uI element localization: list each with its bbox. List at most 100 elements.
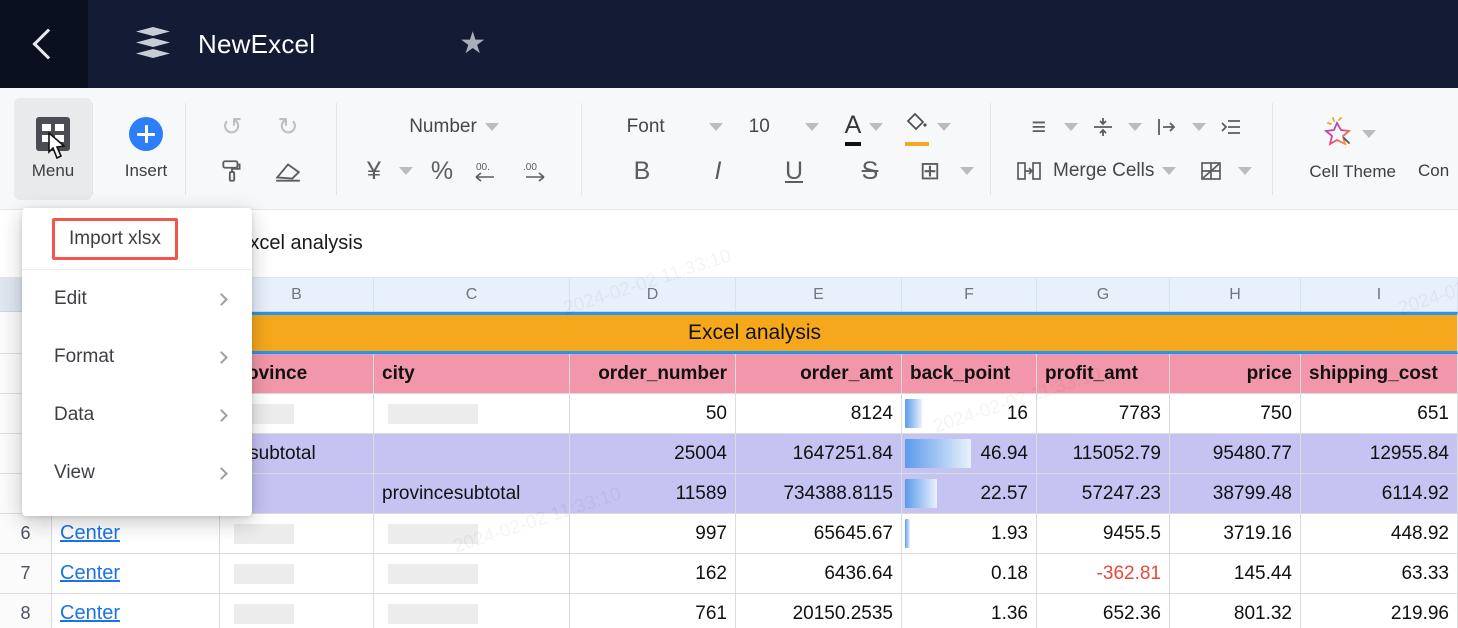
chevron-down-icon[interactable] (1361, 130, 1376, 138)
bold-icon[interactable]: B (604, 158, 680, 184)
chevron-down-icon[interactable] (804, 123, 819, 131)
increase-decimal-icon[interactable]: .00 (511, 159, 559, 183)
data-cell[interactable]: 12955.84 (1301, 434, 1458, 474)
col-header-cell[interactable]: order_amt (736, 354, 902, 394)
align-icon[interactable]: ≡ (1022, 114, 1056, 140)
chevron-down-icon[interactable] (708, 123, 723, 131)
center-align-link[interactable]: Center (60, 602, 120, 625)
data-cell[interactable] (374, 594, 570, 628)
data-cell[interactable]: 750 (1170, 394, 1301, 434)
fill-color-icon[interactable] (905, 112, 930, 146)
merge-cells-icon[interactable] (1009, 160, 1049, 182)
data-cell[interactable] (374, 554, 570, 594)
chevron-down-icon[interactable] (1191, 123, 1206, 131)
row-header[interactable]: 8 (0, 594, 52, 628)
data-cell[interactable]: provincesubtotal (374, 474, 570, 514)
font-size-label[interactable]: 10 (749, 116, 797, 138)
data-cell[interactable]: 162 (570, 554, 736, 594)
chevron-down-icon[interactable] (1162, 167, 1177, 175)
italic-icon[interactable]: I (680, 158, 756, 184)
wrap-text-icon[interactable] (1150, 115, 1184, 139)
import-xlsx-menu-item[interactable]: Import xlsx (52, 217, 178, 260)
split-cells-icon[interactable] (1192, 159, 1230, 183)
data-cell[interactable]: 16 (902, 394, 1037, 434)
vertical-align-icon[interactable] (1086, 115, 1120, 139)
chevron-down-icon[interactable] (869, 123, 884, 131)
back-button[interactable] (0, 0, 88, 88)
data-cell[interactable]: 65645.67 (736, 514, 902, 554)
data-cell[interactable]: 448.92 (1301, 514, 1458, 554)
sheet-banner-title[interactable]: Excel analysis (52, 312, 1458, 354)
data-cell[interactable]: 63.33 (1301, 554, 1458, 594)
data-cell[interactable]: 652.36 (1037, 594, 1170, 628)
data-cell[interactable]: 8124 (736, 394, 902, 434)
col-header-cell[interactable]: city (374, 354, 570, 394)
data-cell[interactable]: 997 (570, 514, 736, 554)
data-cell[interactable]: 1.36 (902, 594, 1037, 628)
format-painter-icon[interactable] (204, 158, 260, 184)
menu-item-view[interactable]: View (22, 444, 252, 502)
menu-item-edit[interactable]: Edit (22, 270, 252, 328)
chevron-down-icon[interactable] (1127, 123, 1142, 131)
col-header-cell[interactable]: price (1170, 354, 1301, 394)
data-cell[interactable]: 761 (570, 594, 736, 628)
chevron-down-icon[interactable] (484, 123, 499, 131)
data-cell[interactable]: 145.44 (1170, 554, 1301, 594)
data-cell[interactable] (374, 434, 570, 474)
data-cell[interactable] (220, 594, 374, 628)
column-header-D[interactable]: D (570, 278, 736, 311)
percent-icon[interactable]: % (421, 158, 463, 184)
data-cell[interactable]: 9455.5 (1037, 514, 1170, 554)
favorite-star-icon[interactable]: ★ (459, 29, 486, 59)
menu-item-format[interactable]: Format (22, 328, 252, 386)
center-align-link[interactable]: Center (60, 562, 120, 585)
col-header-cell[interactable]: shipping_cost (1301, 354, 1458, 394)
data-cell[interactable]: 1.93 (902, 514, 1037, 554)
clear-format-eraser-icon[interactable] (260, 158, 316, 184)
data-cell[interactable]: 7783 (1037, 394, 1170, 434)
align-link-cell[interactable]: Center (52, 594, 220, 628)
data-cell[interactable]: 115052.79 (1037, 434, 1170, 474)
redo-icon[interactable]: ↻ (260, 114, 316, 140)
decrease-decimal-icon[interactable]: 00. (463, 159, 511, 183)
data-cell[interactable]: 11589 (570, 474, 736, 514)
borders-icon[interactable]: ⊞ (908, 158, 952, 184)
data-cell[interactable]: 38799.48 (1170, 474, 1301, 514)
data-cell[interactable]: 801.32 (1170, 594, 1301, 628)
merge-cells-label[interactable]: Merge Cells (1053, 160, 1154, 182)
center-align-link[interactable]: Center (60, 522, 120, 545)
conditional-format-button[interactable]: Con (1412, 98, 1455, 200)
cell-theme-button[interactable]: Cell Theme (1299, 98, 1406, 200)
number-format-label[interactable]: Number (409, 116, 477, 138)
row-header[interactable]: 7 (0, 554, 52, 594)
column-header-H[interactable]: H (1170, 278, 1301, 311)
menu-button[interactable]: Menu (14, 98, 92, 200)
menu-item-data[interactable]: Data (22, 386, 252, 444)
data-cell[interactable] (220, 554, 374, 594)
font-color-icon[interactable]: A (844, 111, 861, 146)
col-header-cell[interactable]: order_number (570, 354, 736, 394)
underline-icon[interactable]: U (756, 158, 832, 184)
data-cell[interactable] (220, 514, 374, 554)
currency-icon[interactable]: ¥ (357, 158, 391, 184)
data-cell[interactable]: 57247.23 (1037, 474, 1170, 514)
data-cell[interactable]: -362.81 (1037, 554, 1170, 594)
data-cell[interactable]: 20150.2535 (736, 594, 902, 628)
data-cell[interactable]: 734388.8115 (736, 474, 902, 514)
column-header-G[interactable]: G (1037, 278, 1170, 311)
align-link-cell[interactable]: Center (52, 514, 220, 554)
data-cell[interactable] (374, 514, 570, 554)
data-cell[interactable]: 25004 (570, 434, 736, 474)
data-cell[interactable]: 50 (570, 394, 736, 434)
chevron-down-icon[interactable] (1238, 167, 1253, 175)
column-header-E[interactable]: E (736, 278, 902, 311)
chevron-down-icon[interactable] (399, 167, 413, 175)
row-header[interactable]: 6 (0, 514, 52, 554)
strikethrough-icon[interactable]: S (832, 158, 908, 184)
chevron-down-icon[interactable] (937, 123, 952, 131)
data-cell[interactable]: 3719.16 (1170, 514, 1301, 554)
data-cell[interactable]: 95480.77 (1170, 434, 1301, 474)
col-header-cell[interactable]: back_point (902, 354, 1037, 394)
indent-icon[interactable] (1214, 115, 1248, 139)
align-link-cell[interactable]: Center (52, 554, 220, 594)
